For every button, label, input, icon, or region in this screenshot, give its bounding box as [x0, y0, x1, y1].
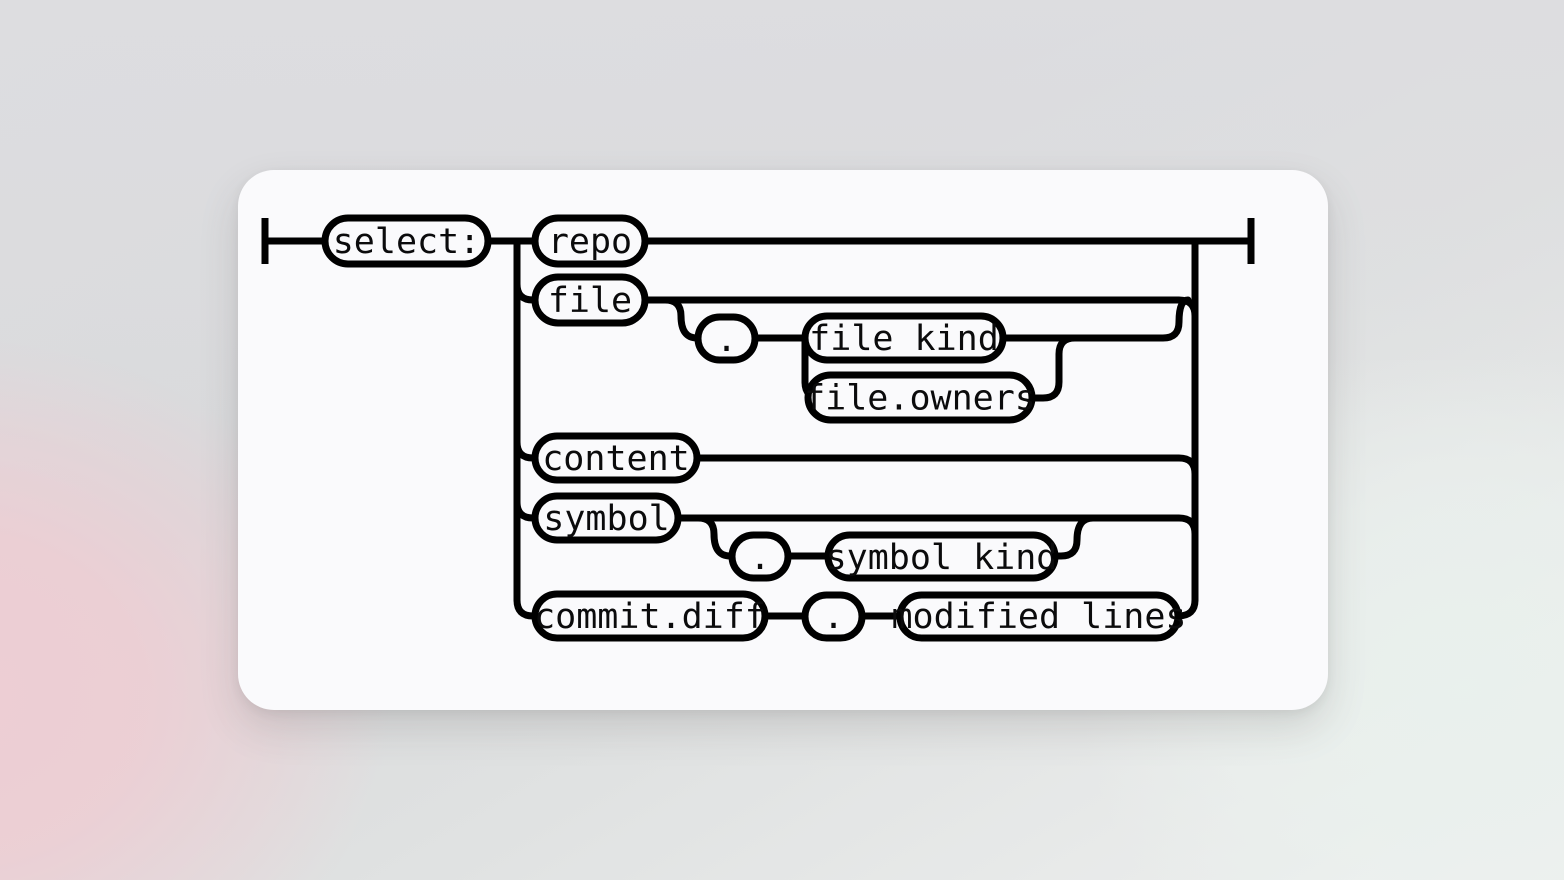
branch-content: content	[531, 432, 1199, 484]
symbol-kind-exit-curve	[1051, 514, 1102, 560]
node-commit-diff-label: commit.diff	[534, 597, 766, 637]
node-content-label: content	[542, 439, 690, 479]
content-to-merge-line	[693, 454, 1199, 482]
branch-symbol: symbol . symbol kind	[531, 492, 1199, 582]
branch-repo: repo	[531, 214, 1199, 268]
node-select-label: select:	[333, 222, 481, 262]
node-commit-dot-label: .	[823, 597, 844, 637]
railroad-diagram-svg: select: repo file . file kind file.owner…	[261, 214, 1255, 642]
node-modified-lines-label: modified lines	[891, 597, 1186, 637]
node-symbol-kind-label: symbol kind	[826, 538, 1058, 578]
node-file-dot-label: .	[716, 320, 737, 360]
node-symbol-dot-label: .	[749, 538, 770, 578]
node-repo-label: repo	[548, 222, 632, 262]
node-file-owners-label: file.owners	[804, 379, 1036, 419]
file-owners-exit-curve	[1028, 334, 1087, 402]
branch-commit-diff: commit.diff . modified lines	[531, 590, 1199, 642]
screenshot-stage: select: repo file . file kind file.owner…	[0, 0, 1564, 880]
file-kind-exit-curve	[999, 296, 1192, 342]
diagram-card: select: repo file . file kind file.owner…	[238, 170, 1328, 710]
node-file-kind-label: file kind	[809, 319, 999, 359]
node-select-keyword: select:	[321, 214, 492, 268]
node-file-label: file	[548, 281, 632, 321]
symbol-dot-entry-curve	[694, 514, 736, 560]
file-dot-entry-curve	[661, 296, 702, 342]
node-symbol-label: symbol	[543, 499, 669, 539]
branch-file: file . file kind file.owners	[531, 273, 1199, 424]
